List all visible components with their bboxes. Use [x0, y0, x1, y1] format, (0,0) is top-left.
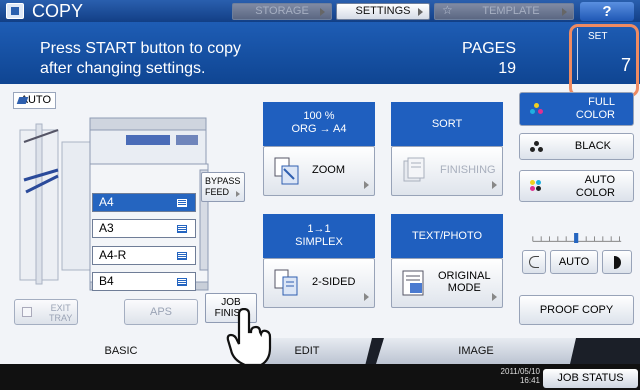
message-area: Press START button to copy after changin… [0, 22, 640, 84]
tray-label: A4-R [99, 248, 127, 262]
two-sided-icon [274, 269, 298, 296]
tray-a4-r[interactable]: A4-R [92, 246, 196, 265]
copy-icon [6, 3, 24, 19]
template-tab[interactable]: ☆ TEMPLATE [434, 3, 574, 20]
zoom-button[interactable]: ZOOM [263, 146, 375, 196]
storage-tab[interactable]: STORAGE [232, 3, 332, 20]
auto-color-button[interactable]: AUTO COLOR [519, 170, 634, 202]
time: 16:41 [519, 376, 540, 385]
tray-icon [22, 307, 32, 317]
triangle-right-icon [492, 181, 497, 189]
function-tabs: BASIC EDIT IMAGE [0, 338, 640, 364]
original-mode-button[interactable]: ORIGINAL MODE [391, 258, 503, 308]
two-sided-button[interactable]: 2-SIDED [263, 258, 375, 308]
tray-a4[interactable]: A4 [92, 193, 196, 212]
triangle-right-icon [320, 8, 325, 16]
full-color-button[interactable]: FULL COLOR [519, 92, 634, 126]
triangle-right-icon [418, 8, 423, 16]
message-line-1: Press START button to copy [40, 40, 241, 57]
pages-count: 19 [498, 60, 516, 77]
duplex-mode: 1→1 [307, 223, 331, 235]
duplex-status: 1→1 SIMPLEX [263, 214, 375, 258]
proof-copy-button[interactable]: PROOF COPY [519, 295, 634, 325]
paper-auto-indicator: AUTO [13, 92, 56, 109]
zoom-label: ZOOM [312, 164, 345, 176]
star-icon: ☆ [442, 3, 453, 17]
exit-tray-label-2: TRAY [49, 313, 73, 323]
finishing-button[interactable]: FINISHING [391, 146, 503, 196]
app-title: COPY [32, 1, 84, 21]
original-mode-value: TEXT/PHOTO [411, 230, 483, 242]
triangle-right-icon [562, 8, 567, 16]
original-mode-label-1: ORIGINAL [438, 270, 491, 282]
tray-b4[interactable]: B4 [92, 272, 196, 291]
density-thumb[interactable] [574, 233, 579, 243]
density-auto-button[interactable]: AUTO [550, 250, 598, 274]
exit-tray-label-1: EXIT [50, 303, 71, 313]
tray-icon [177, 199, 187, 207]
tray-icon [177, 278, 187, 286]
storage-label: STORAGE [255, 5, 309, 17]
tray-label: A4 [99, 195, 114, 209]
sort-label: SORT [431, 118, 463, 130]
tray-label: A3 [99, 221, 114, 235]
triangle-right-icon [492, 293, 497, 301]
two-sided-label: 2-SIDED [312, 276, 356, 288]
exit-tray-button[interactable]: EXIT TRAY [14, 299, 78, 325]
message-line-2: after changing settings. [40, 60, 206, 77]
title-bar: COPY STORAGE SETTINGS ☆ TEMPLATE ? [0, 0, 640, 22]
black-label: BLACK [574, 140, 611, 152]
original-mode-icon [402, 270, 424, 296]
help-button[interactable]: ? [580, 2, 634, 21]
black-dots-icon [530, 141, 544, 154]
original-mode-label-2: MODE [447, 282, 481, 294]
finishing-label: FINISHING [440, 164, 496, 176]
copy-screen: COPY STORAGE SETTINGS ☆ TEMPLATE ? Press… [0, 0, 640, 390]
auto-color-icon [530, 180, 544, 193]
pages-label: PAGES [462, 40, 516, 57]
triangle-right-icon [236, 191, 240, 197]
settings-tab[interactable]: SETTINGS [336, 3, 430, 20]
darker-icon [613, 256, 621, 269]
set-highlight-frame [569, 24, 639, 97]
bypass-label-1: BYPASS [205, 176, 241, 186]
sort-status: SORT [391, 102, 503, 146]
datetime-display: 2011/05/10 16:41 [490, 367, 540, 385]
bypass-feed-button[interactable]: BYPASS FEED [201, 172, 245, 202]
zoom-ratio: 100 % [303, 110, 335, 122]
tray-icon [177, 252, 187, 260]
original-mode-status: TEXT/PHOTO [391, 214, 503, 258]
black-button[interactable]: BLACK [519, 133, 634, 160]
darker-button[interactable] [602, 250, 632, 274]
tab-image[interactable]: IMAGE [376, 338, 576, 364]
triangle-right-icon [364, 293, 369, 301]
template-label: TEMPLATE [482, 5, 540, 17]
zoom-icon [274, 157, 299, 185]
density-scale[interactable] [522, 233, 632, 243]
settings-label: SETTINGS [355, 5, 411, 17]
lighter-button[interactable] [522, 250, 546, 274]
duplex-name: SIMPLEX [295, 236, 343, 248]
aps-button[interactable]: APS [124, 299, 198, 325]
tab-basic[interactable]: BASIC [0, 338, 242, 364]
zoom-size: ORG → A4 [291, 123, 347, 135]
lighter-icon [529, 256, 539, 268]
finishing-icon [403, 157, 425, 182]
tray-a3[interactable]: A3 [92, 219, 196, 238]
triangle-right-icon [364, 181, 369, 189]
hand-pointer-icon [226, 308, 272, 367]
job-finish-label-1: JOB [221, 297, 241, 308]
zoom-status: 100 % ORG → A4 [263, 102, 375, 146]
color-dots-icon [530, 103, 544, 116]
tray-label: B4 [99, 274, 114, 288]
date: 2011/05/10 [500, 367, 540, 376]
job-status-button[interactable]: JOB STATUS [543, 369, 638, 388]
tray-icon [177, 225, 187, 233]
